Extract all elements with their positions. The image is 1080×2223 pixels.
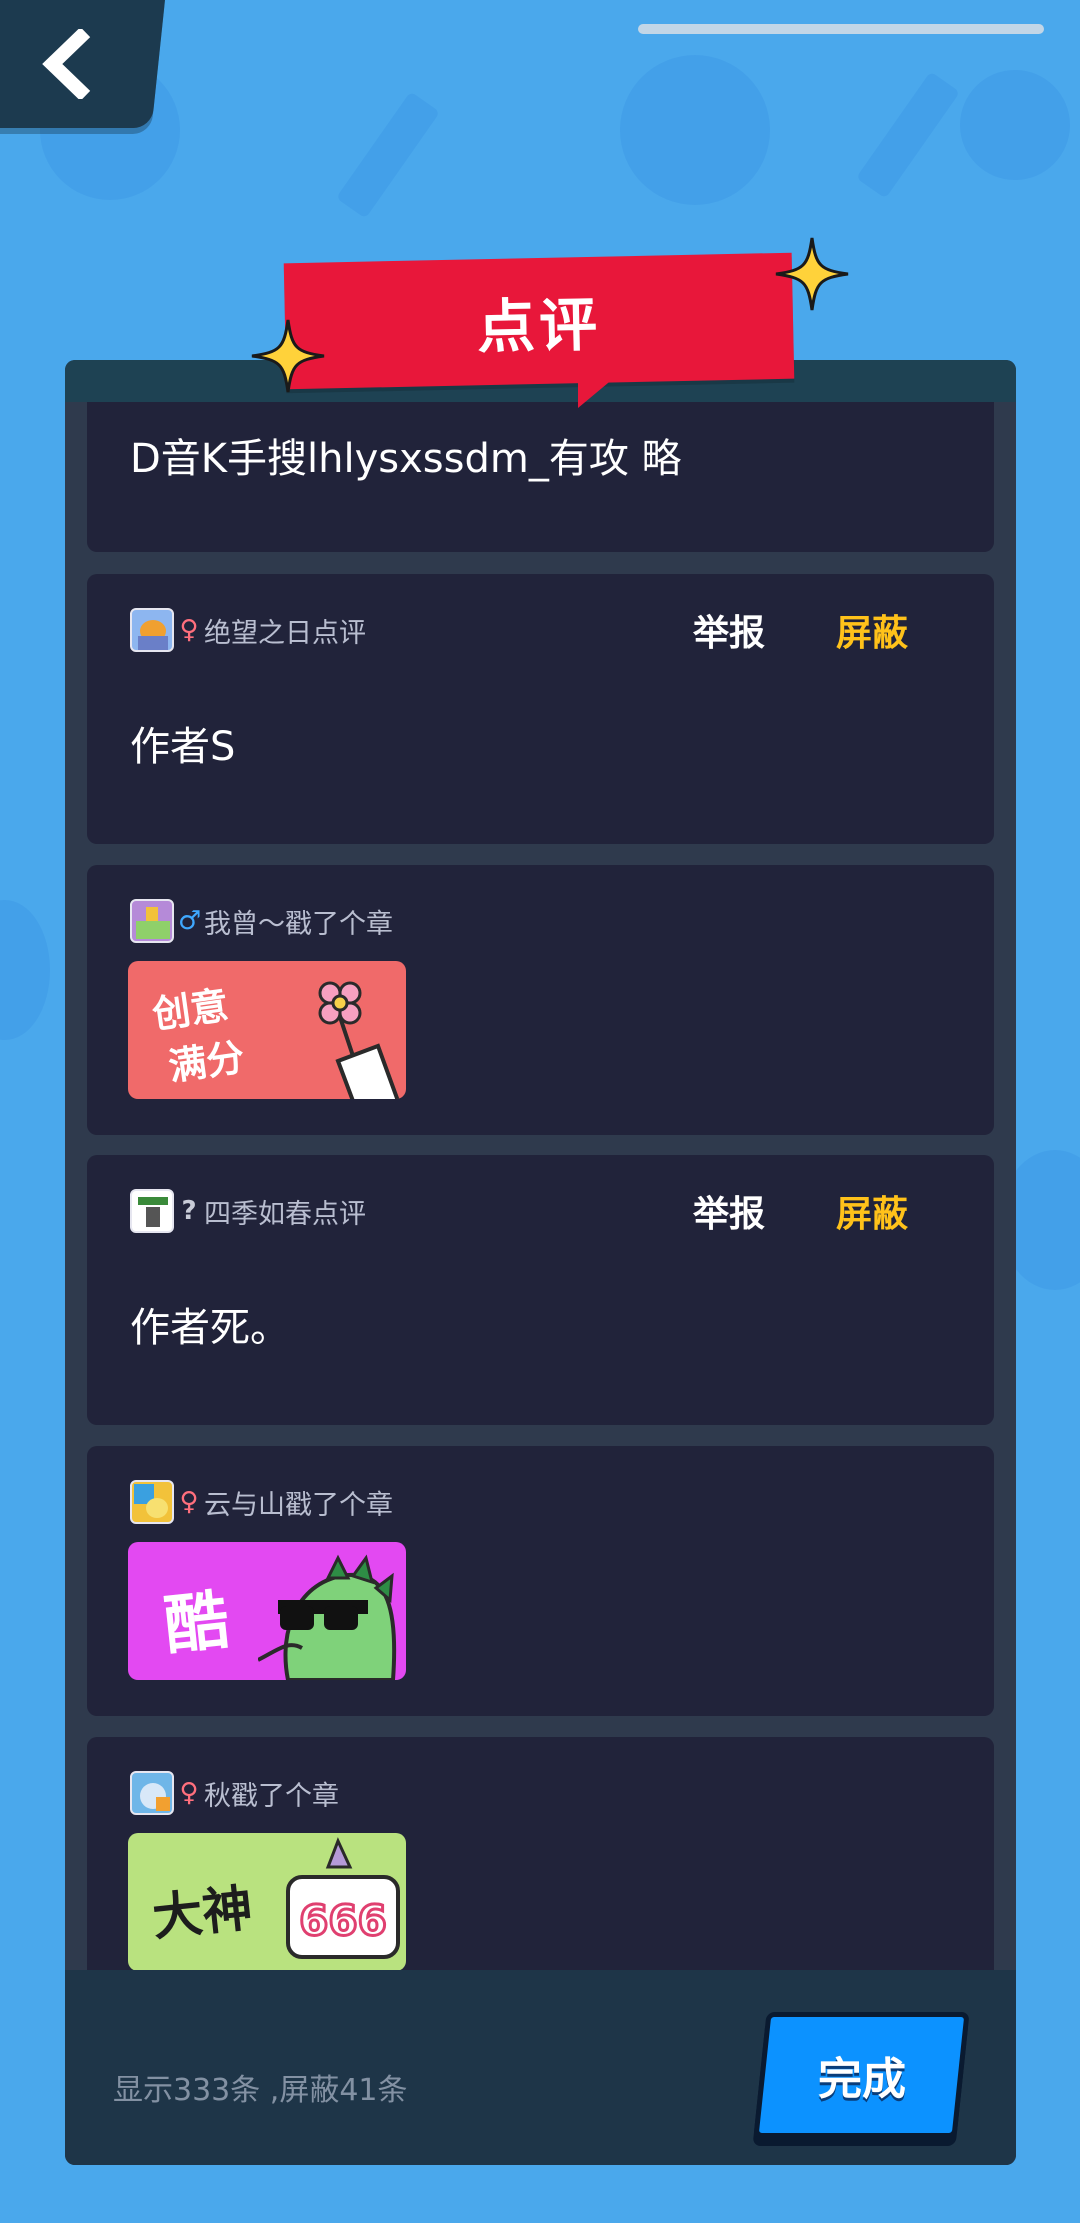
report-button[interactable]: 举报: [693, 1185, 765, 1237]
comment-meta: ♀ 秋戳了个章: [130, 1771, 339, 1815]
sticker-text: 大神: [149, 1878, 256, 1948]
comment-content: D音K手搜lhlysxssdm_有攻 略: [130, 436, 682, 482]
gender-unknown-icon: ?: [181, 1196, 197, 1226]
background-decoration: [620, 55, 770, 205]
avatar[interactable]: [130, 1771, 174, 1815]
comment-author: 绝望之日点评: [204, 617, 366, 649]
sticker-text: 酷: [160, 1583, 233, 1665]
dinosaur-sunglasses-icon: [258, 1554, 397, 1680]
comments-panel: D音K手搜lhlysxssdm_有攻 略 ♀ 绝望之日点评 举报 屏蔽 作者S: [65, 360, 1016, 2165]
comment-card: D音K手搜lhlysxssdm_有攻 略: [87, 402, 994, 552]
title-banner: 点评: [283, 252, 795, 390]
comment-author: 四季如春点评: [204, 1198, 366, 1230]
avatar[interactable]: [130, 1189, 174, 1233]
sticker-master-666: 大神 666: [128, 1833, 406, 1970]
comment-meta: ♂ 我曾～戳了个章: [130, 899, 393, 943]
comment-card: ♂ 我曾～戳了个章 创意 满分: [87, 865, 994, 1135]
comment-card: ♀ 秋戳了个章 大神 666: [87, 1737, 994, 1970]
title-banner-tail: [578, 378, 614, 408]
sticker-creative-full-marks: 创意 满分: [128, 961, 406, 1099]
panel-footer: 显示333条 ,屏蔽41条 完成: [65, 1970, 1016, 2165]
sticker-text: 满分: [165, 1034, 248, 1090]
background-decoration: [0, 900, 50, 1040]
comment-content: 作者S: [130, 724, 236, 770]
comment-list[interactable]: D音K手搜lhlysxssdm_有攻 略 ♀ 绝望之日点评 举报 屏蔽 作者S: [87, 402, 994, 1970]
comment-author: 我曾～戳了个章: [204, 908, 393, 940]
background-decoration: [335, 91, 441, 219]
comment-author: 云与山戳了个章: [204, 1489, 393, 1521]
background-decoration: [960, 70, 1070, 180]
block-button[interactable]: 屏蔽: [836, 604, 908, 656]
tiger-sign-icon: 666: [286, 1837, 400, 1959]
done-button-label: 完成: [817, 2054, 906, 2105]
sparkle-icon: [251, 319, 325, 393]
gender-female-icon: ♀: [179, 1778, 199, 1808]
comment-author: 秋戳了个章: [204, 1780, 339, 1812]
sticker-cool: 酷: [128, 1542, 406, 1680]
avatar[interactable]: [130, 608, 174, 652]
chevron-left-icon: [41, 29, 90, 99]
gender-female-icon: ♀: [179, 615, 199, 645]
comment-card: ♀ 云与山戳了个章 酷: [87, 1446, 994, 1716]
comment-meta: ? 四季如春点评: [130, 1189, 366, 1233]
back-button[interactable]: [0, 0, 165, 128]
sticker-sign-text: 666: [299, 1896, 387, 1945]
report-button[interactable]: 举报: [693, 604, 765, 656]
avatar[interactable]: [130, 899, 174, 943]
display-summary: 显示333条 ,屏蔽41条: [113, 2073, 408, 2108]
comment-meta: ♀ 绝望之日点评: [130, 608, 366, 652]
gender-male-icon: ♂: [178, 906, 202, 936]
comment-card: ♀ 绝望之日点评 举报 屏蔽 作者S: [87, 574, 994, 844]
comment-content: 作者死。: [130, 1305, 290, 1351]
status-indicator-bar: [638, 24, 1044, 34]
flower-icon: [318, 981, 400, 1099]
avatar[interactable]: [130, 1480, 174, 1524]
comment-meta: ♀ 云与山戳了个章: [130, 1480, 393, 1524]
page-title: 点评: [476, 290, 602, 362]
comment-card: ? 四季如春点评 举报 屏蔽 作者死。: [87, 1155, 994, 1425]
background-decoration: [855, 71, 961, 199]
block-button[interactable]: 屏蔽: [836, 1185, 908, 1237]
gender-female-icon: ♀: [179, 1487, 199, 1517]
sparkle-icon: [775, 237, 849, 311]
done-button[interactable]: 完成: [753, 2012, 970, 2138]
